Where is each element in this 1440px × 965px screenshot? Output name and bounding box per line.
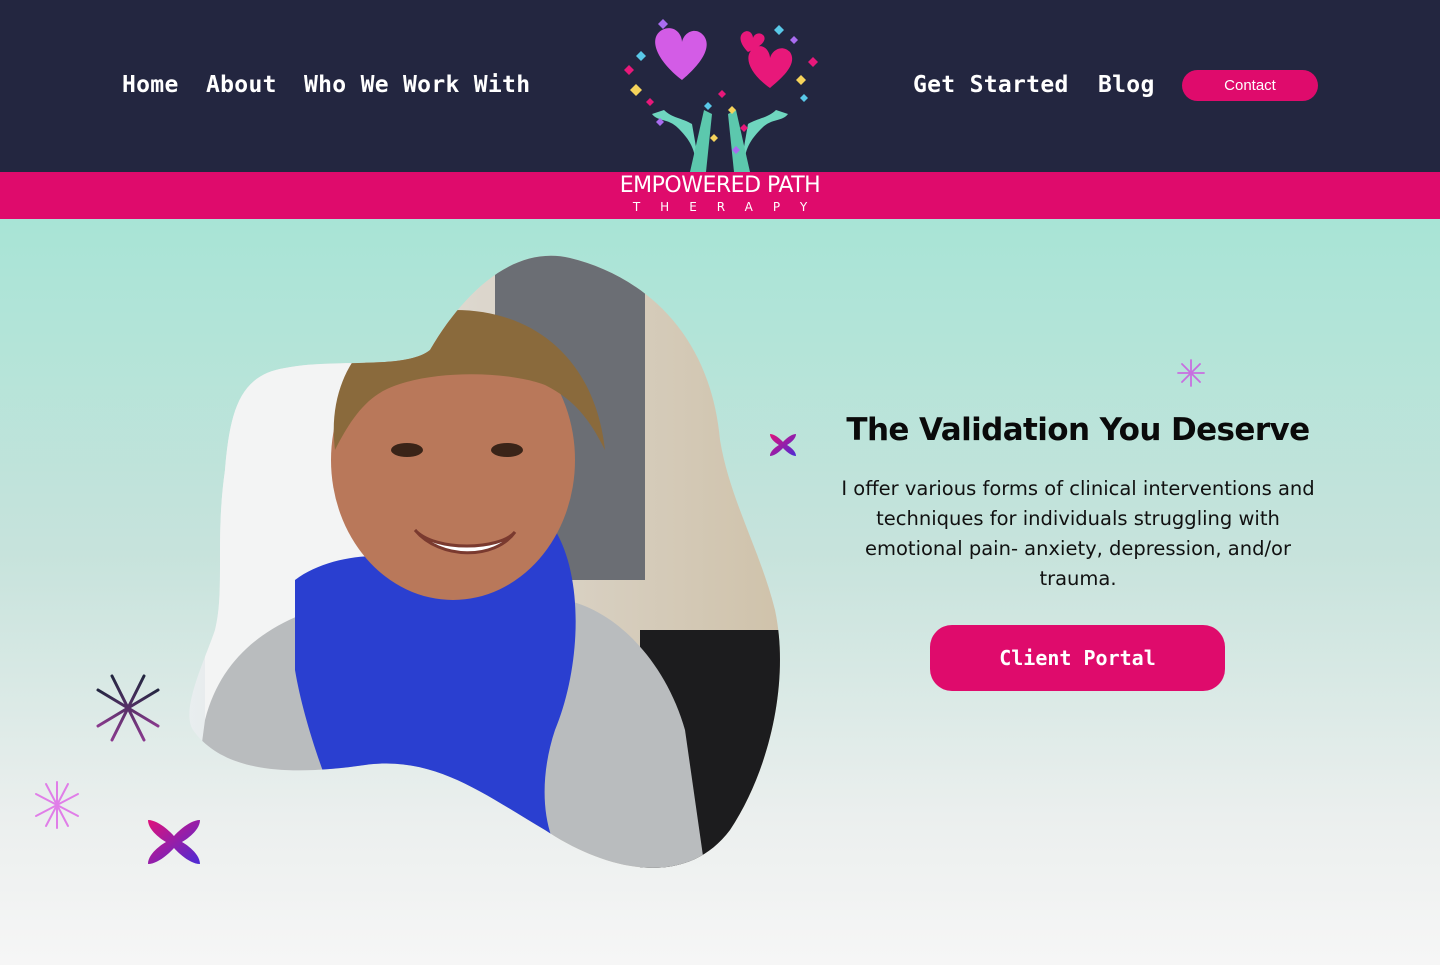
dark-starburst-icon (92, 672, 164, 744)
gradient-x-star-large-icon (148, 820, 200, 864)
client-portal-button[interactable]: Client Portal (930, 625, 1225, 691)
hero-title: The Validation You Deserve (846, 412, 1310, 448)
nav-get-started[interactable]: Get Started (913, 72, 1069, 98)
nav-who-we-work-with[interactable]: Who We Work With (304, 72, 530, 98)
logo-subtitle: THERAPY (632, 200, 828, 214)
nav-home[interactable]: Home (122, 72, 179, 98)
logo-wordmark: EMPOWERED PATH (619, 173, 821, 198)
nav-about[interactable]: About (206, 72, 277, 98)
portrait-photo (189, 255, 780, 868)
hero-description: I offer various forms of clinical interv… (841, 477, 1315, 590)
nav-blog[interactable]: Blog (1098, 72, 1155, 98)
lilac-sparkle-icon (1177, 359, 1205, 387)
gradient-x-star-icon (770, 434, 796, 456)
contact-button[interactable]: Contact (1182, 70, 1318, 101)
pink-sparkle-icon (35, 781, 79, 829)
